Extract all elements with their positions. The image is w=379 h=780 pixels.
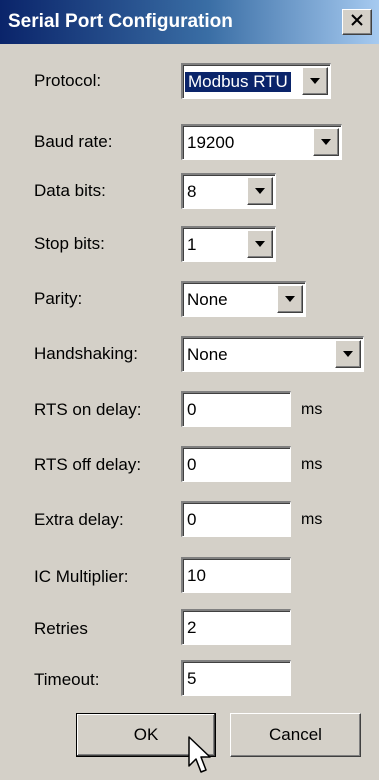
chevron-down-icon[interactable]: [313, 128, 339, 156]
timeout-value: 5: [187, 669, 197, 688]
retries-input[interactable]: 2: [181, 609, 291, 645]
retries-value: 2: [187, 618, 197, 637]
protocol-dropdown[interactable]: Modbus RTU: [181, 63, 331, 99]
parity-dropdown[interactable]: None: [181, 281, 306, 317]
retries-label: Retries: [34, 619, 88, 638]
timeout-input[interactable]: 5: [181, 660, 291, 696]
extra-delay-unit: ms: [301, 511, 323, 528]
rts-on-delay-unit: ms: [301, 401, 323, 418]
rts-off-delay-value: 0: [187, 455, 197, 474]
handshaking-value: None: [187, 345, 228, 364]
handshaking-label: Handshaking:: [34, 344, 138, 363]
timeout-label: Timeout:: [34, 670, 100, 689]
window-title: Serial Port Configuration: [8, 11, 233, 32]
baud-rate-label: Baud rate:: [34, 132, 113, 151]
stop-bits-label: Stop bits:: [34, 234, 105, 253]
extra-delay-input[interactable]: 0: [181, 501, 291, 537]
rts-on-delay-input[interactable]: 0: [181, 391, 291, 427]
chevron-down-icon[interactable]: [247, 177, 273, 205]
rts-on-delay-label: RTS on delay:: [34, 400, 142, 419]
ic-multiplier-value: 10: [187, 566, 206, 585]
extra-delay-label: Extra delay:: [34, 510, 124, 529]
protocol-value: Modbus RTU: [185, 72, 291, 92]
data-bits-value: 8: [187, 182, 197, 201]
data-bits-label: Data bits:: [34, 181, 106, 200]
protocol-label: Protocol:: [34, 71, 102, 90]
cancel-button[interactable]: Cancel: [230, 713, 361, 757]
extra-delay-value: 0: [187, 510, 197, 529]
baud-rate-dropdown[interactable]: 19200: [181, 124, 342, 160]
chevron-down-icon[interactable]: [302, 67, 328, 95]
baud-rate-value: 19200: [187, 133, 235, 152]
chevron-down-icon[interactable]: [335, 340, 361, 368]
close-icon: [350, 13, 364, 32]
parity-value: None: [187, 290, 228, 309]
rts-off-delay-label: RTS off delay:: [34, 455, 142, 474]
close-button[interactable]: [342, 9, 372, 35]
chevron-down-icon[interactable]: [277, 285, 303, 313]
parity-label: Parity:: [34, 289, 83, 308]
stop-bits-dropdown[interactable]: 1: [181, 226, 276, 262]
ic-multiplier-label: IC Multiplier:: [34, 567, 129, 586]
rts-off-delay-input[interactable]: 0: [181, 446, 291, 482]
handshaking-dropdown[interactable]: None: [181, 336, 364, 372]
chevron-down-icon[interactable]: [247, 230, 273, 258]
rts-off-delay-unit: ms: [301, 456, 323, 473]
rts-on-delay-value: 0: [187, 400, 197, 419]
stop-bits-value: 1: [187, 235, 197, 254]
mouse-pointer-icon: [188, 736, 211, 773]
title-bar: Serial Port Configuration: [0, 0, 379, 44]
ok-button-label: OK: [133, 725, 159, 744]
cancel-button-label: Cancel: [269, 725, 322, 744]
ic-multiplier-input[interactable]: 10: [181, 557, 291, 593]
data-bits-dropdown[interactable]: 8: [181, 173, 276, 209]
